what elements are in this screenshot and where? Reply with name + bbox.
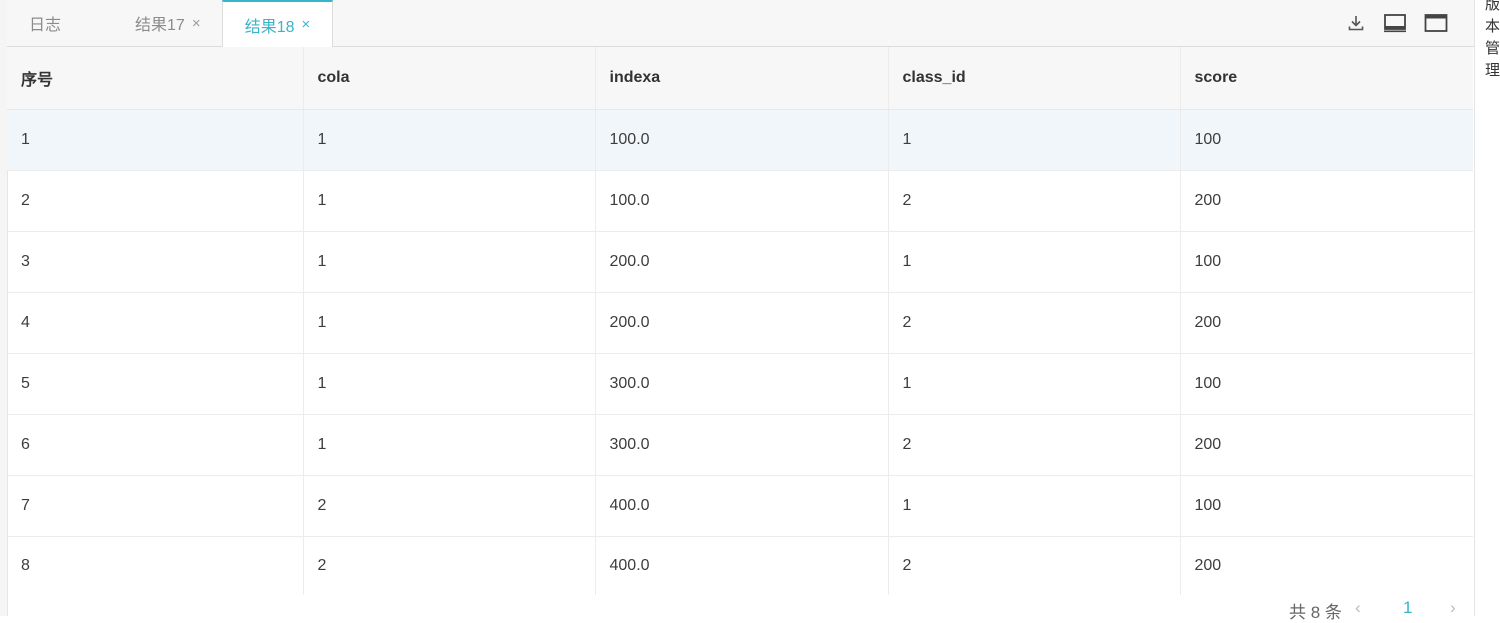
tab-result18[interactable]: 结果18 × xyxy=(222,0,333,47)
column-header[interactable]: indexa xyxy=(595,47,889,110)
download-icon[interactable] xyxy=(1343,10,1369,36)
table-cell: 1 xyxy=(303,414,596,476)
table-cell: 1 xyxy=(888,353,1181,415)
column-header[interactable]: cola xyxy=(303,47,596,110)
table-cell: 6 xyxy=(7,414,304,476)
table-cell: 1 xyxy=(888,109,1181,171)
table-cell: 100 xyxy=(1180,353,1473,415)
pagination-total: 共 8 条 xyxy=(1289,603,1342,622)
column-header[interactable]: 序号 xyxy=(7,47,304,110)
result-table: 序号 cola indexa class_id score 1 1 100.0 1 10… xyxy=(7,47,1473,595)
table-cell: 300.0 xyxy=(595,353,889,415)
table-row[interactable]: 7 2 400.0 1 100 xyxy=(7,475,1473,537)
table-cell: 1 xyxy=(303,231,596,293)
table-cell: 400.0 xyxy=(595,475,889,537)
table-cell: 100.0 xyxy=(595,109,889,171)
table-cell: 1 xyxy=(888,475,1181,537)
table-cell: 1 xyxy=(303,109,596,171)
tab-bar: 日志 结果17 × 结果18 × xyxy=(7,0,1474,47)
close-icon[interactable]: × xyxy=(192,15,201,32)
table-cell: 1 xyxy=(303,292,596,354)
tab-result18-label: 结果18 xyxy=(244,18,295,36)
table-row[interactable]: 2 1 100.0 2 200 xyxy=(7,170,1473,232)
table-cell: 2 xyxy=(888,536,1181,595)
table-cell: 2 xyxy=(888,414,1181,476)
table-cell: 200 xyxy=(1194,557,1222,574)
next-page-icon[interactable]: › xyxy=(1450,598,1456,620)
column-header[interactable]: score xyxy=(1180,47,1473,110)
table-row[interactable]: 5 1 300.0 1 100 xyxy=(7,353,1473,415)
table-header-row: 序号 cola indexa class_id score xyxy=(7,47,1473,110)
table-cell: 1 xyxy=(303,353,596,415)
table-cell: 2 xyxy=(7,170,304,232)
tab-result17-label: 结果17 xyxy=(135,17,185,34)
table-cell: 4 xyxy=(7,292,304,354)
table-cell: 200.0 xyxy=(595,231,889,293)
table-cell: 200 xyxy=(1180,292,1473,354)
table-cell: 2 xyxy=(888,170,1181,232)
table-cell: 5 xyxy=(7,353,304,415)
maximize-icon[interactable] xyxy=(1423,10,1449,36)
table-cell: 300.0 xyxy=(595,414,889,476)
table-row[interactable]: 4 1 200.0 2 200 xyxy=(7,292,1473,354)
table-cell: 100 xyxy=(1180,109,1473,171)
table-cell: 7 xyxy=(7,475,304,537)
tab-result17[interactable]: 结果17 × xyxy=(135,0,201,46)
table-cell: 100 xyxy=(1180,231,1473,293)
table-cell: 1 xyxy=(303,170,596,232)
column-header[interactable]: class_id xyxy=(888,47,1181,110)
table-cell: 8 xyxy=(7,536,304,595)
version-management-tab[interactable]: 版本管理 xyxy=(1485,0,1500,82)
prev-page-icon[interactable]: ‹ xyxy=(1355,598,1361,620)
table-row[interactable]: 8 2 400.0 2 200 xyxy=(7,536,1473,595)
table-cell: 2 xyxy=(303,536,596,595)
table-row[interactable]: 1 1 100.0 1 100 xyxy=(7,109,1473,171)
tab-log[interactable]: 日志 xyxy=(29,0,61,46)
table-cell: 1 xyxy=(888,231,1181,293)
close-icon[interactable]: × xyxy=(302,16,311,33)
table-cell: 200.0 xyxy=(595,292,889,354)
table-cell: 100.0 xyxy=(595,170,889,232)
table-cell: 3 xyxy=(7,231,304,293)
table-cell: 200 xyxy=(1180,414,1473,476)
table-cell: 100 xyxy=(1180,475,1473,537)
table-row[interactable]: 3 1 200.0 1 100 xyxy=(7,231,1473,293)
table-cell: 200 xyxy=(1180,170,1473,232)
table-cell: 2 xyxy=(888,292,1181,354)
table-cell: 1 xyxy=(7,109,304,171)
page-number[interactable]: 1 xyxy=(1403,598,1412,620)
table-cell: 2 xyxy=(303,475,596,537)
dock-bottom-icon[interactable] xyxy=(1382,10,1408,36)
table-cell: 400.0 xyxy=(595,536,889,595)
table-row[interactable]: 6 1 300.0 2 200 xyxy=(7,414,1473,476)
tab-log-label: 日志 xyxy=(29,17,62,34)
